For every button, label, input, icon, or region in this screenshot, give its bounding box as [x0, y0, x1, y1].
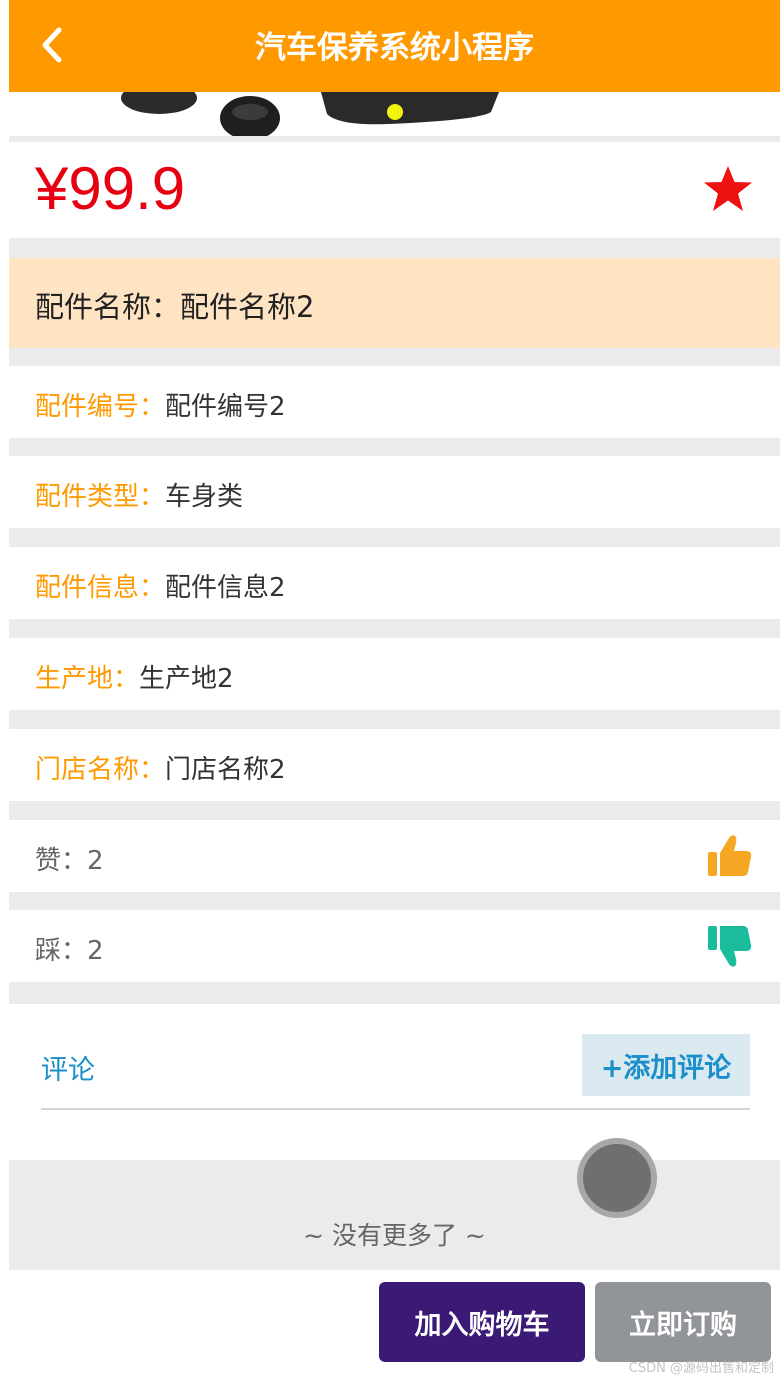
dislike-count: 2 — [87, 936, 104, 966]
detail-row-part-number: 配件编号：配件编号2 — [9, 366, 780, 438]
watermark: CSDN @源码出售和定制 — [628, 1361, 774, 1376]
floating-assistive-button[interactable] — [577, 1138, 657, 1218]
detail-label: 门店名称： — [35, 755, 166, 785]
detail-value: 配件编号2 — [165, 392, 286, 422]
phone-screen: 汽车保养系统小程序 ¥99.9 配件名称：配件名称2 配件编号：配件编号2 配件… — [9, 0, 780, 1382]
detail-value: 门店名称2 — [165, 755, 286, 785]
product-name-label: 配件名称： — [35, 290, 181, 324]
price-card: ¥99.9 — [9, 142, 780, 238]
product-price: ¥99.9 — [35, 155, 186, 222]
detail-row-origin: 生产地：生产地2 — [9, 638, 780, 710]
dislike-label: 踩： — [35, 936, 88, 966]
divider — [41, 1108, 750, 1110]
detail-label: 生产地： — [35, 664, 140, 694]
thumbs-up-icon[interactable] — [706, 832, 754, 880]
like-row: 赞：2 — [9, 820, 780, 892]
star-icon[interactable] — [702, 164, 754, 214]
add-to-cart-button[interactable]: 加入购物车 — [379, 1282, 585, 1362]
detail-value: 配件信息2 — [165, 573, 286, 603]
no-more-text: ~ 没有更多了 ~ — [303, 1221, 486, 1250]
add-comment-button[interactable]: +添加评论 — [582, 1034, 750, 1096]
detail-value: 生产地2 — [139, 664, 234, 694]
detail-value: 车身类 — [165, 482, 244, 512]
buy-now-button[interactable]: 立即订购 — [595, 1282, 771, 1362]
comment-label: 评论 — [41, 1055, 95, 1086]
app-header: 汽车保养系统小程序 — [9, 0, 780, 92]
comment-section: 评论 +添加评论 — [9, 1004, 780, 1160]
detail-label: 配件编号： — [35, 392, 166, 422]
dislike-row: 踩：2 — [9, 910, 780, 982]
detail-row-part-info: 配件信息：配件信息2 — [9, 547, 780, 619]
detail-row-store-name: 门店名称：门店名称2 — [9, 729, 780, 801]
like-count: 2 — [87, 846, 104, 876]
detail-label: 配件类型： — [35, 482, 166, 512]
product-name: 配件名称：配件名称2 — [35, 284, 314, 326]
detail-label: 配件信息： — [35, 573, 166, 603]
product-image[interactable] — [9, 92, 780, 136]
detail-row-part-type: 配件类型：车身类 — [9, 456, 780, 528]
product-name-value: 配件名称2 — [180, 290, 315, 324]
product-name-card: 配件名称：配件名称2 — [9, 258, 780, 348]
thumbs-down-icon[interactable] — [706, 922, 754, 970]
product-image-graphic — [9, 92, 780, 136]
page-title: 汽车保养系统小程序 — [255, 30, 534, 66]
like-label: 赞： — [35, 846, 88, 876]
